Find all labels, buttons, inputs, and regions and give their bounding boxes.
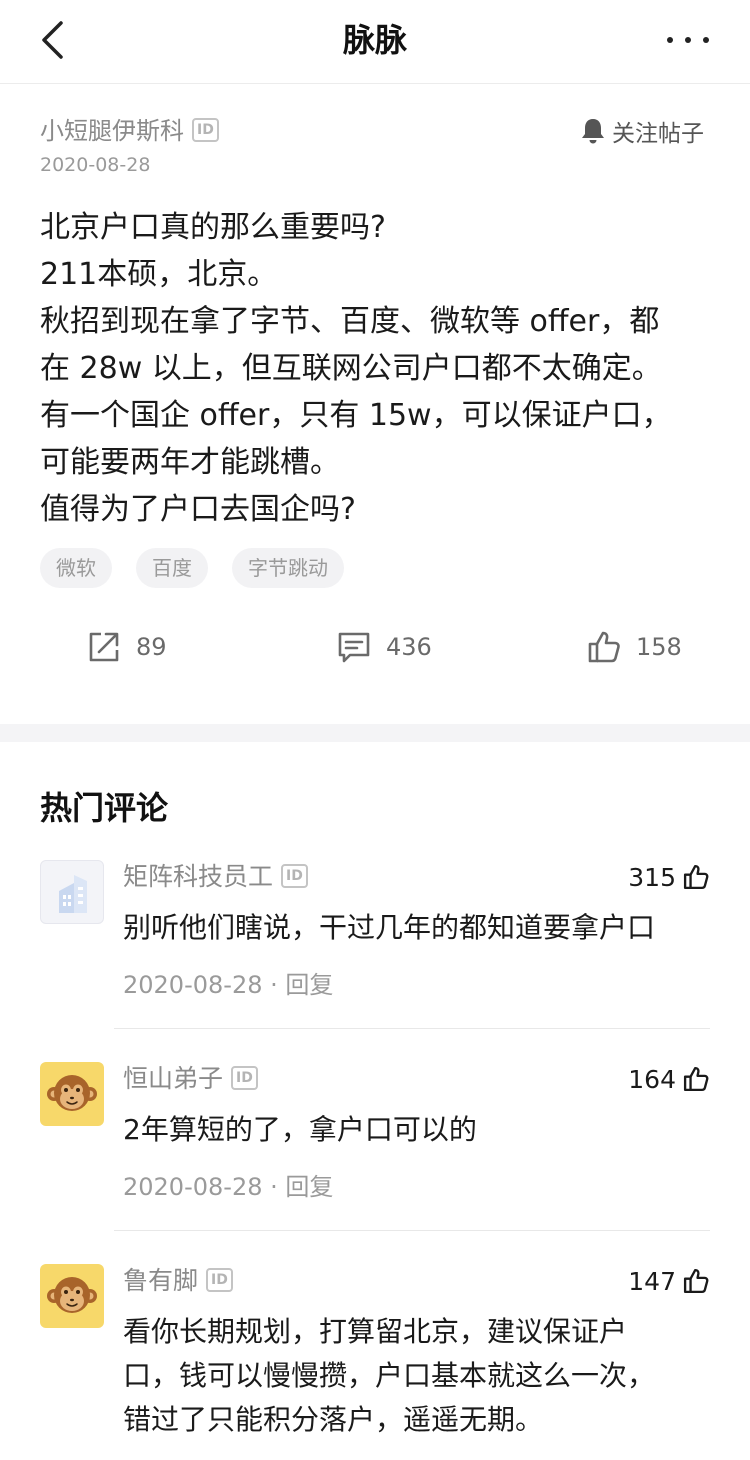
building-icon xyxy=(59,875,87,913)
comment-text: 看你长期规划，打算留北京，建议保证户 口，钱可以慢慢攒，户口基本就这么一次， 错… xyxy=(123,1310,713,1442)
comment-divider xyxy=(114,1028,710,1029)
id-badge: ID xyxy=(231,1066,258,1090)
hot-comments-title: 热门评论 xyxy=(40,789,169,827)
id-badge: ID xyxy=(206,1268,233,1292)
share-icon xyxy=(89,632,119,662)
tag-microsoft[interactable]: 微软 xyxy=(40,548,112,588)
like-count: 158 xyxy=(636,633,682,661)
like-button[interactable]: 158 xyxy=(586,626,682,668)
comment-like-count: 164 xyxy=(628,1064,676,1094)
post-date: 2020-08-28 xyxy=(40,154,151,176)
bell-icon xyxy=(582,119,604,144)
nav-bar: 脉脉 xyxy=(0,0,750,84)
post-line: 在 28w 以上，但互联网公司户口都不太确定。 xyxy=(40,351,662,386)
monkey-icon xyxy=(47,1075,97,1111)
id-badge: ID xyxy=(281,864,308,888)
comment-line: 别听他们瞎说，干过几年的都知道要拿户口 xyxy=(123,911,656,944)
tag-baidu[interactable]: 百度 xyxy=(136,548,208,588)
post-line: 秋招到现在拿了字节、百度、微软等 offer，都 xyxy=(40,304,660,339)
comment-like-button[interactable]: 147 xyxy=(628,1264,710,1298)
follow-post-button[interactable]: 关注帖子 xyxy=(580,114,704,148)
comment-author-name: 恒山弟子 xyxy=(123,1064,224,1093)
thumbs-up-icon xyxy=(683,864,709,890)
thumbs-up-icon xyxy=(588,631,620,663)
avatar[interactable] xyxy=(40,860,104,924)
post-content: 北京户口真的那么重要吗? 211本硕，北京。 秋招到现在拿了字节、百度、微软等 … xyxy=(40,204,720,533)
more-dots-icon xyxy=(667,37,709,43)
thumbs-up-icon xyxy=(683,1268,709,1294)
comment-date: 2020-08-28 xyxy=(123,971,263,999)
post-line: 可能要两年才能跳槽。 xyxy=(40,445,340,480)
section-divider xyxy=(0,724,750,742)
comment-like-button[interactable]: 315 xyxy=(628,860,710,894)
comment-author[interactable]: 鲁有脚 ID xyxy=(123,1264,233,1298)
comment-like-button[interactable]: 164 xyxy=(628,1062,710,1096)
comment-author[interactable]: 矩阵科技员工 ID xyxy=(123,860,308,894)
comment-line: 2年算短的了，拿户口可以的 xyxy=(123,1113,477,1146)
comment-author-name: 鲁有脚 xyxy=(123,1266,199,1295)
comment-like-count: 315 xyxy=(628,862,676,892)
reply-button[interactable]: 回复 xyxy=(285,1173,333,1201)
comment-date: 2020-08-28 xyxy=(123,1173,263,1201)
comment-divider xyxy=(114,1230,710,1231)
share-count: 89 xyxy=(136,633,167,661)
tag-bytedance[interactable]: 字节跳动 xyxy=(232,548,344,588)
monkey-icon xyxy=(47,1277,97,1313)
post-author-name: 小短腿伊斯科 xyxy=(40,117,184,145)
id-badge: ID xyxy=(192,118,219,142)
comment-text: 2年算短的了，拿户口可以的 xyxy=(123,1108,713,1152)
comment-author[interactable]: 恒山弟子 ID xyxy=(123,1062,258,1096)
comment-text: 别听他们瞎说，干过几年的都知道要拿户口 xyxy=(123,906,713,950)
tag-list: 微软 百度 字节跳动 xyxy=(40,548,368,588)
follow-post-label: 关注帖子 xyxy=(612,121,704,147)
comment-like-count: 147 xyxy=(628,1266,676,1296)
post-line: 211本硕，北京。 xyxy=(40,257,278,292)
comment-line: 错过了只能积分落户，遥遥无期。 xyxy=(123,1403,544,1436)
post-author[interactable]: 小短腿伊斯科 ID xyxy=(40,114,219,148)
page-title: 脉脉 xyxy=(342,21,407,59)
comment-line: 看你长期规划，打算留北京，建议保证户 xyxy=(123,1315,628,1348)
share-button[interactable]: 89 xyxy=(86,626,167,668)
comment-button[interactable]: 436 xyxy=(336,626,432,668)
post-line: 有一个国企 offer，只有 15w，可以保证户口， xyxy=(40,398,672,433)
post-line: 值得为了户口去国企吗? xyxy=(40,492,356,527)
comment-meta: 2020-08-28 · 回复 xyxy=(123,971,334,999)
comment-line: 口，钱可以慢慢攒，户口基本就这么一次， xyxy=(123,1359,656,1392)
comment-count: 436 xyxy=(386,633,432,661)
comment-author-name: 矩阵科技员工 xyxy=(123,862,274,891)
reply-button[interactable]: 回复 xyxy=(285,971,333,999)
avatar[interactable] xyxy=(40,1062,104,1126)
comment-meta: 2020-08-28 · 回复 xyxy=(123,1173,334,1201)
avatar[interactable] xyxy=(40,1264,104,1328)
post-line: 北京户口真的那么重要吗? xyxy=(40,210,386,245)
comment-icon xyxy=(338,632,370,663)
thumbs-up-icon xyxy=(683,1066,709,1092)
more-button[interactable] xyxy=(660,20,716,60)
